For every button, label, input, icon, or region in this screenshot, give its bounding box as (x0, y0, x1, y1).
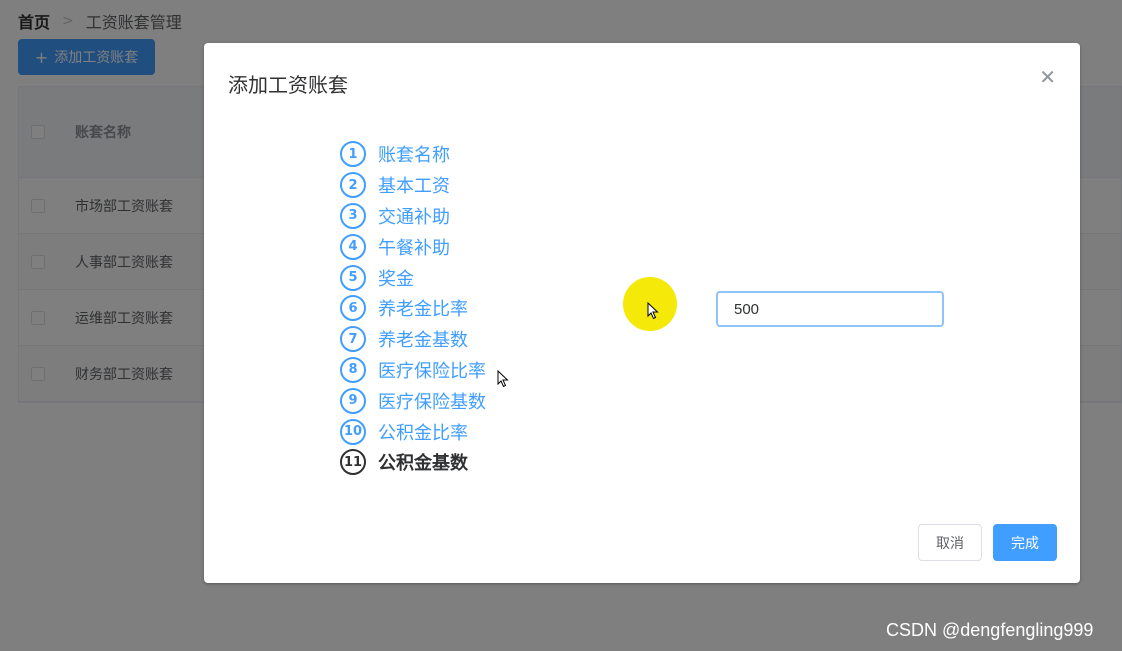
step-number: 8 (340, 356, 366, 383)
step-number: 2 (340, 172, 366, 199)
add-salary-set-dialog: 添加工资账套 ✕ 1 账套名称 2 基本工资 3 交通补助 4 午餐补助 5 奖… (204, 43, 1080, 583)
step-label: 交通补助 (378, 206, 450, 228)
step-item[interactable]: 8 医疗保险比率 (340, 355, 486, 386)
step-number: 6 (340, 295, 366, 322)
step-item[interactable]: 3 交通补助 (340, 201, 486, 232)
step-number: 11 (340, 449, 366, 476)
step-label: 医疗保险基数 (378, 391, 486, 413)
step-label: 奖金 (378, 268, 414, 290)
mouse-cursor-icon (497, 370, 509, 388)
step-item[interactable]: 2 基本工资 (340, 170, 486, 201)
watermark: CSDN @dengfengling999 (886, 620, 1094, 640)
step-label: 公积金比率 (378, 422, 468, 444)
step-number: 5 (340, 264, 366, 291)
step-label: 养老金基数 (378, 330, 468, 352)
step-label: 公积金基数 (378, 453, 468, 475)
step-label: 养老金比率 (378, 299, 468, 321)
cancel-button[interactable]: 取消 (918, 524, 982, 561)
steps-list: 1 账套名称 2 基本工资 3 交通补助 4 午餐补助 5 奖金 6 养老金比率… (340, 139, 486, 478)
dialog-title: 添加工资账套 (228, 73, 348, 97)
close-icon[interactable]: ✕ (1039, 65, 1056, 89)
step-number: 10 (340, 418, 366, 445)
step-item[interactable]: 10 公积金比率 (340, 416, 486, 447)
step-item[interactable]: 4 午餐补助 (340, 231, 486, 262)
step-number: 3 (340, 202, 366, 229)
step-item[interactable]: 7 养老金基数 (340, 324, 486, 355)
mouse-cursor-icon (647, 302, 659, 320)
step-item[interactable]: 5 奖金 (340, 262, 486, 293)
step-label: 午餐补助 (378, 237, 450, 259)
step-label: 基本工资 (378, 176, 450, 198)
step-number: 9 (340, 387, 366, 414)
done-button[interactable]: 完成 (993, 524, 1057, 561)
step-item[interactable]: 6 养老金比率 (340, 293, 486, 324)
step-label: 医疗保险比率 (378, 360, 486, 382)
step-item[interactable]: 9 医疗保险基数 (340, 385, 486, 416)
step-number: 4 (340, 233, 366, 260)
step-number: 1 (340, 141, 366, 168)
step-item[interactable]: 1 账套名称 (340, 139, 486, 170)
step-item-current[interactable]: 11 公积金基数 (340, 447, 486, 478)
step-value-input[interactable] (716, 291, 944, 327)
step-label: 账套名称 (378, 145, 450, 167)
step-number: 7 (340, 326, 366, 353)
